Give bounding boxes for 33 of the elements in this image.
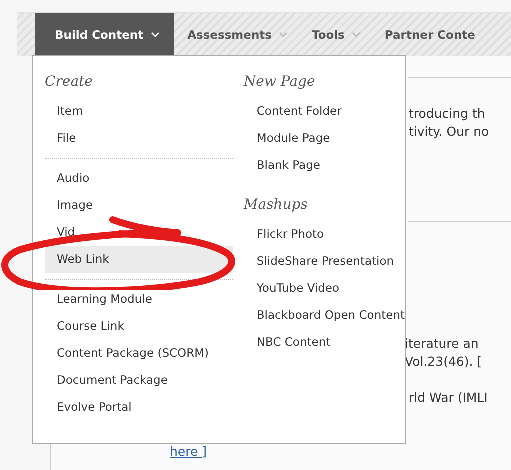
menu-tab[interactable]: Partner Conte — [370, 13, 486, 56]
chevron-down-icon — [279, 32, 288, 38]
menu-heading: Create — [45, 74, 94, 92]
chevron-down-icon — [352, 32, 361, 38]
menu-item[interactable]: Flickr Photo — [256, 221, 405, 248]
menu-item[interactable]: Blackboard Open Content — [256, 302, 405, 329]
content-text: troducing th tivity. Our no — [409, 105, 490, 141]
menu-item[interactable]: Blank Page — [256, 152, 405, 179]
menu-item[interactable]: File — [45, 125, 233, 152]
menu-tab[interactable]: Build Content — [35, 13, 174, 56]
menu-heading: Mashups — [244, 197, 309, 215]
menu-item[interactable]: Course Link — [45, 313, 233, 340]
menu-item[interactable]: Item — [45, 98, 233, 125]
menu-tab[interactable]: Tools — [298, 13, 371, 56]
menu-item[interactable]: Module Page — [256, 125, 405, 152]
menu-item[interactable]: YouTube Video — [256, 275, 405, 302]
menu-heading: New Page — [244, 74, 316, 92]
menu-item[interactable]: Content Package (SCORM) — [45, 340, 233, 367]
content-text: rld War (IMLI — [409, 389, 488, 407]
menu-item[interactable]: Web Link — [45, 246, 233, 273]
menu-item[interactable]: SlideShare Presentation — [256, 248, 405, 275]
menu-item[interactable]: Vid — [45, 219, 233, 246]
menu-item[interactable]: Learning Module — [45, 286, 233, 313]
chevron-down-icon — [150, 32, 160, 38]
menu-item[interactable]: Image — [45, 192, 233, 219]
here-link[interactable]: here ] — [170, 444, 208, 459]
menu-item[interactable]: NBC Content — [256, 329, 405, 356]
menu-tab[interactable]: Assessments — [174, 13, 298, 56]
menu-item[interactable]: Document Package — [45, 367, 233, 394]
menu-item[interactable]: Content Folder — [256, 98, 405, 125]
menu-item[interactable]: Evolve Portal — [45, 394, 233, 421]
content-text: iterature an Vol.23(46). [ — [405, 335, 482, 371]
menu-item[interactable]: Audio — [45, 165, 233, 192]
